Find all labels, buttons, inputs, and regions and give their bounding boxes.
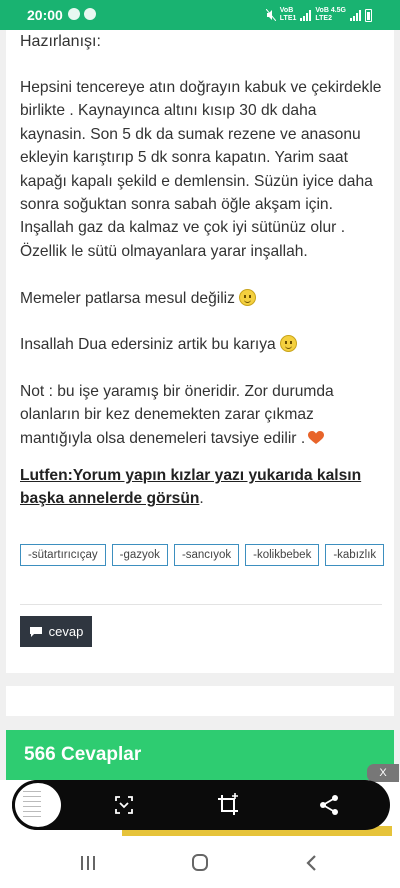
divider — [20, 604, 382, 605]
post-heading: Hazırlanışı: — [20, 33, 101, 50]
battery-icon — [365, 8, 372, 22]
note-link[interactable]: Lutfen:Yorum yapın kızlar yazı yukarıda … — [20, 467, 361, 507]
signal-2-icon — [350, 9, 361, 21]
notification-icon — [68, 8, 80, 20]
ad-close-button[interactable]: X — [367, 764, 399, 782]
reply-button[interactable]: cevap — [20, 616, 92, 647]
scroll-capture-icon[interactable] — [112, 793, 136, 817]
smiley-icon — [279, 335, 297, 352]
notification-icons — [68, 8, 96, 20]
sim2-label: VoB 4.5G LTE2 — [315, 7, 346, 22]
sim1-label: VoB LTE1 — [279, 7, 297, 22]
post-paragraph-1: Hepsini tencereye atın doğrayın kabuk ve… — [20, 79, 382, 260]
status-right: VoB LTE1 VoB 4.5G LTE2 — [265, 7, 372, 23]
post-note: Lutfen:Yorum yapın kızlar yazı yukarıda … — [20, 467, 362, 508]
share-icon[interactable] — [317, 793, 341, 817]
next-card — [6, 686, 394, 716]
answers-bar[interactable]: 566 Cevaplar — [6, 730, 394, 780]
post-paragraph-4: Not : bu işe yaramış bir öneridir. Zor d… — [20, 383, 334, 447]
tag-item[interactable]: -kolikbebek — [245, 544, 320, 566]
status-bar: 20:00 VoB LTE1 VoB 4.5G LTE2 — [0, 0, 400, 30]
home-icon[interactable] — [188, 853, 212, 873]
smiley-icon — [238, 289, 256, 306]
tag-item[interactable]: -sancıyok — [173, 544, 240, 566]
tag-item[interactable]: -kabızlık — [325, 544, 385, 566]
status-time: 20:00 — [27, 7, 63, 23]
tag-item[interactable]: -gazyok — [111, 544, 168, 566]
mute-icon — [265, 9, 276, 21]
tag-list: -sütartırıcıçay -gazyok -sancıyok -kolik… — [20, 544, 386, 566]
tag-item[interactable]: -sütartırıcıçay — [20, 544, 106, 566]
post-paragraph-3: Insallah Dua edersiniz artik bu karıya — [20, 333, 386, 356]
screenshot-thumbnail[interactable] — [12, 780, 64, 830]
back-icon[interactable] — [300, 853, 324, 873]
answers-count: 566 Cevaplar — [24, 744, 142, 765]
signal-1-icon — [300, 9, 312, 21]
recents-icon[interactable] — [76, 853, 100, 873]
crop-icon[interactable] — [216, 793, 240, 817]
post-card: Hazırlanışı: Hepsini tencereye atın doğr… — [6, 30, 394, 673]
post-paragraph-2: Memeler patlarsa mesul değiliz — [20, 287, 386, 310]
reply-label: cevap — [48, 624, 84, 639]
heart-icon — [308, 430, 325, 444]
app-notification-icon — [84, 8, 96, 20]
comment-icon — [29, 626, 42, 637]
